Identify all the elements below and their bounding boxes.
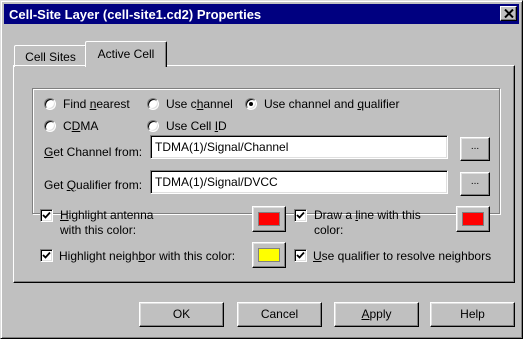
radio-use-cell-id[interactable] — [147, 120, 159, 132]
properties-dialog: Cell-Site Layer (cell-site1.cd2) Propert… — [0, 0, 523, 339]
title-bar[interactable]: Cell-Site Layer (cell-site1.cd2) Propert… — [4, 4, 519, 24]
radio-label-find-nearest[interactable]: Find nearest — [63, 97, 132, 111]
channel-source-label: Get Channel from: — [44, 145, 143, 159]
qualifier-source-label: Get Qualifier from: — [44, 178, 143, 192]
checkmark-icon — [296, 211, 305, 219]
window-title: Cell-Site Layer (cell-site1.cd2) Propert… — [9, 7, 262, 22]
neighbor-color-swatch — [258, 248, 280, 262]
tab-label: Cell Sites — [25, 50, 76, 64]
line-color-button[interactable] — [456, 206, 490, 232]
radio-selected-dot — [249, 102, 253, 106]
highlight-antenna-label[interactable]: Highlight antenna — [60, 208, 153, 222]
channel-browse-button[interactable]: ... — [460, 137, 490, 161]
antenna-color-swatch — [258, 212, 280, 226]
radio-label-cdma[interactable]: CDMA — [63, 119, 98, 133]
neighbor-color-button[interactable] — [252, 242, 286, 268]
qualifier-browse-button[interactable]: ... — [460, 172, 490, 196]
checkmark-icon — [296, 251, 305, 259]
draw-line-label[interactable]: Draw a line with this — [314, 208, 421, 222]
radio-label-use-channel-and-qualifier[interactable]: Use channel and qualifier — [264, 97, 403, 111]
use-qualifier-checkbox[interactable] — [294, 249, 307, 262]
draw-line-label-line2[interactable]: color: — [314, 223, 343, 237]
ok-button[interactable]: OK — [139, 302, 224, 327]
radio-label-use-cell-id[interactable]: Use Cell ID — [166, 119, 227, 133]
line-color-swatch — [462, 212, 484, 226]
tab-active-cell[interactable]: Active Cell — [85, 41, 167, 67]
close-button[interactable] — [500, 6, 517, 21]
antenna-color-button[interactable] — [252, 206, 286, 232]
highlight-antenna-label-line2[interactable]: with this color: — [60, 223, 136, 237]
radio-cdma[interactable] — [44, 120, 56, 132]
tab-label: Active Cell — [97, 47, 155, 61]
radio-find-nearest[interactable] — [44, 98, 56, 110]
channel-source-input[interactable]: TDMA(1)/Signal/Channel — [150, 135, 448, 159]
tab-cell-sites[interactable]: Cell Sites — [14, 45, 87, 67]
highlight-antenna-checkbox[interactable] — [40, 209, 53, 222]
use-qualifier-label[interactable]: Use qualifier to resolve neighbors — [313, 249, 491, 263]
qualifier-source-input[interactable]: TDMA(1)/Signal/DVCC — [150, 170, 448, 194]
cancel-button[interactable]: Cancel — [237, 302, 322, 327]
apply-button[interactable]: Apply — [334, 302, 419, 327]
radio-label-use-channel[interactable]: Use channel — [166, 97, 235, 111]
close-icon — [504, 9, 514, 18]
highlight-neighbor-checkbox[interactable] — [40, 249, 53, 262]
checkmark-icon — [42, 251, 51, 259]
radio-use-channel[interactable] — [147, 98, 159, 110]
radio-use-channel-and-qualifier[interactable] — [245, 98, 257, 110]
highlight-neighbor-label[interactable]: Highlight neighbor with this color: — [59, 249, 235, 263]
draw-line-checkbox[interactable] — [294, 209, 307, 222]
help-button[interactable]: Help — [430, 302, 515, 327]
checkmark-icon — [42, 211, 51, 219]
